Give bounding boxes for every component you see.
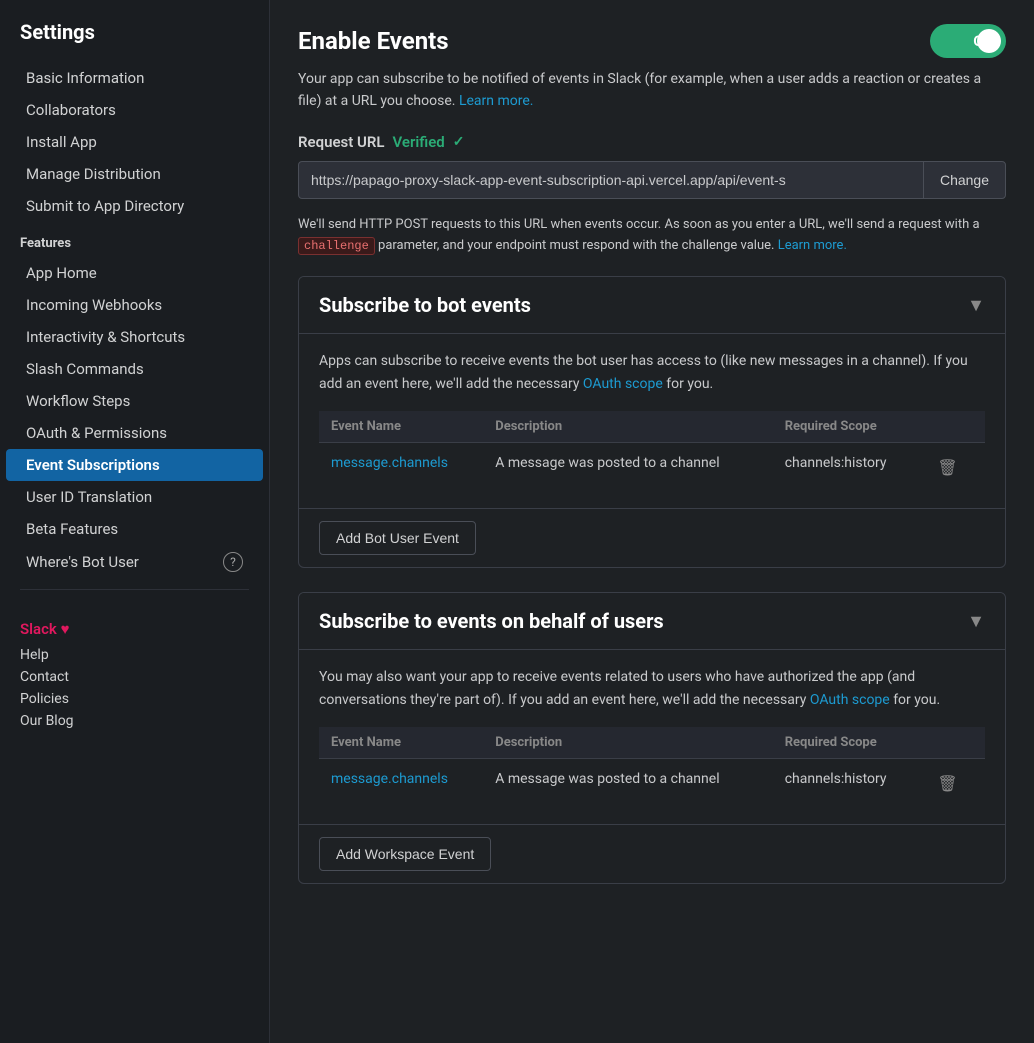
slack-brand: Slack ♥ [20, 620, 249, 638]
add-bot-user-event-button[interactable]: Add Bot User Event [319, 521, 476, 555]
delete-bot-event-button[interactable] [931, 455, 963, 480]
user-events-chevron[interactable]: ▼ [967, 611, 985, 632]
sidebar-item-oauth-permissions[interactable]: OAuth & Permissions [6, 417, 263, 449]
sidebar-item-interactivity-shortcuts[interactable]: Interactivity & Shortcuts [6, 321, 263, 353]
user-events-header: Subscribe to events on behalf of users ▼ [299, 593, 1005, 650]
sidebar-item-app-home[interactable]: App Home [6, 257, 263, 289]
sidebar-item-install-app[interactable]: Install App [6, 126, 263, 158]
col-description-2: Description [483, 727, 772, 759]
user-events-oauth-link[interactable]: OAuth scope [810, 692, 890, 708]
request-url-input[interactable] [299, 162, 923, 198]
sidebar-item-beta-features[interactable]: Beta Features [6, 513, 263, 545]
user-events-description: You may also want your app to receive ev… [319, 666, 985, 711]
learn-more-link-1[interactable]: Learn more. [459, 93, 534, 109]
table-row: message.channels A message was posted to… [319, 443, 985, 493]
col-scope-2: Required Scope [773, 727, 920, 759]
col-action-2 [919, 727, 985, 759]
bot-event-link[interactable]: message.channels [331, 455, 448, 471]
bot-event-name: message.channels [319, 443, 483, 493]
sidebar-item-manage-distribution[interactable]: Manage Distribution [6, 158, 263, 190]
sidebar-item-wheres-bot-user[interactable]: Where's Bot User? [6, 545, 263, 579]
trash-icon [937, 773, 957, 793]
help-icon[interactable]: ? [223, 552, 243, 572]
add-bot-event-row: Add Bot User Event [299, 508, 1005, 567]
learn-more-link-2[interactable]: Learn more. [778, 238, 847, 253]
sidebar-item-basic-information[interactable]: Basic Information [6, 62, 263, 94]
user-event-scope: channels:history [773, 758, 920, 808]
bot-events-table-header: Event Name Description Required Scope [319, 411, 985, 443]
url-input-row: Change [298, 161, 1006, 199]
challenge-code: challenge [298, 237, 375, 255]
main-content: Enable Events On Your app can subscribe … [270, 0, 1034, 1043]
col-scope-1: Required Scope [773, 411, 920, 443]
bot-events-description: Apps can subscribe to receive events the… [319, 350, 985, 395]
verified-badge: Verified [392, 133, 444, 151]
user-events-title: Subscribe to events on behalf of users [319, 609, 664, 633]
bot-events-header: Subscribe to bot events ▼ [299, 277, 1005, 334]
user-event-description: A message was posted to a channel [483, 758, 772, 808]
user-events-table-header: Event Name Description Required Scope [319, 727, 985, 759]
enable-events-title: Enable Events [298, 27, 449, 55]
sidebar-title: Settings [0, 20, 269, 62]
features-section-label: Features [0, 222, 269, 257]
user-events-table: Event Name Description Required Scope me… [319, 727, 985, 808]
bot-events-chevron[interactable]: ▼ [967, 295, 985, 316]
user-event-link[interactable]: message.channels [331, 771, 448, 787]
sidebar-item-user-id-translation[interactable]: User ID Translation [6, 481, 263, 513]
footer-link-our-blog[interactable]: Our Blog [20, 710, 249, 732]
check-icon: ✓ [453, 134, 465, 150]
trash-icon [937, 457, 957, 477]
footer-link-contact[interactable]: Contact [20, 666, 249, 688]
footer-link-policies[interactable]: Policies [20, 688, 249, 710]
col-event-name-1: Event Name [319, 411, 483, 443]
sidebar: Settings Basic InformationCollaboratorsI… [0, 0, 270, 1043]
bot-event-scope: channels:history [773, 443, 920, 493]
footer-link-help[interactable]: Help [20, 644, 249, 666]
user-events-body: You may also want your app to receive ev… [299, 650, 1005, 824]
sidebar-item-incoming-webhooks[interactable]: Incoming Webhooks [6, 289, 263, 321]
sidebar-item-slash-commands[interactable]: Slash Commands [6, 353, 263, 385]
sidebar-item-event-subscriptions[interactable]: Event Subscriptions [6, 449, 263, 481]
bot-events-oauth-link[interactable]: OAuth scope [583, 376, 663, 392]
enable-events-toggle[interactable]: On [930, 24, 1006, 58]
toggle-container[interactable]: On [930, 24, 1006, 58]
bot-events-card: Subscribe to bot events ▼ Apps can subsc… [298, 276, 1006, 568]
http-note: We'll send HTTP POST requests to this UR… [298, 215, 1006, 257]
bot-event-description: A message was posted to a channel [483, 443, 772, 493]
table-row: message.channels A message was posted to… [319, 758, 985, 808]
user-event-name: message.channels [319, 758, 483, 808]
bot-events-table: Event Name Description Required Scope me… [319, 411, 985, 492]
enable-events-header: Enable Events On [298, 24, 1006, 58]
delete-user-event-button[interactable] [931, 771, 963, 796]
col-event-name-2: Event Name [319, 727, 483, 759]
bot-events-title: Subscribe to bot events [319, 293, 531, 317]
add-workspace-event-button[interactable]: Add Workspace Event [319, 837, 491, 871]
user-event-delete-cell [919, 758, 985, 808]
col-description-1: Description [483, 411, 772, 443]
slack-footer: Slack ♥ HelpContactPoliciesOur Blog [0, 610, 269, 732]
bot-event-delete-cell [919, 443, 985, 493]
enable-events-description: Your app can subscribe to be notified of… [298, 68, 1006, 113]
add-workspace-event-row: Add Workspace Event [299, 824, 1005, 883]
sidebar-item-collaborators[interactable]: Collaborators [6, 94, 263, 126]
col-action-1 [919, 411, 985, 443]
toggle-knob [977, 29, 1001, 53]
request-url-label: Request URL Verified ✓ [298, 133, 1006, 151]
user-events-card: Subscribe to events on behalf of users ▼… [298, 592, 1006, 884]
change-button[interactable]: Change [923, 162, 1005, 198]
sidebar-divider [20, 589, 249, 590]
sidebar-item-submit-to-app-directory[interactable]: Submit to App Directory [6, 190, 263, 222]
sidebar-item-workflow-steps[interactable]: Workflow Steps [6, 385, 263, 417]
bot-events-body: Apps can subscribe to receive events the… [299, 334, 1005, 508]
